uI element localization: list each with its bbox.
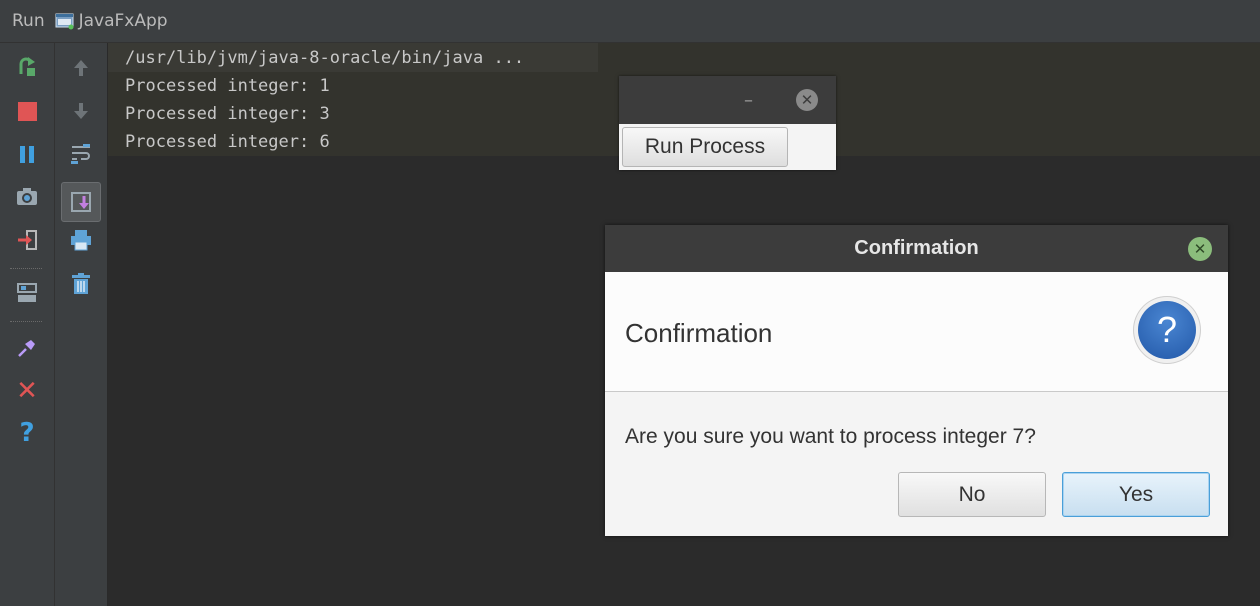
console-line: Processed integer: 3 xyxy=(125,104,330,124)
dialog-content-text: Are you sure you want to process integer… xyxy=(625,425,1036,448)
close-icon[interactable]: ✕ xyxy=(12,376,42,406)
run-label: Run xyxy=(12,11,45,31)
pause-icon[interactable] xyxy=(12,139,42,169)
no-button[interactable]: No xyxy=(898,472,1046,517)
down-arrow-icon[interactable] xyxy=(66,96,96,126)
dialog-header: Confirmation ? xyxy=(605,272,1228,392)
run-config-tab[interactable]: JavaFxApp xyxy=(79,11,168,31)
console-line: Processed integer: 6 xyxy=(125,132,330,152)
javafx-app-window: – ✕ Run Process xyxy=(619,76,836,170)
run-process-button[interactable]: Run Process xyxy=(622,127,788,167)
soft-wrap-icon[interactable] xyxy=(66,139,96,169)
console-line-command: /usr/lib/jvm/java-8-oracle/bin/java ... xyxy=(125,48,525,68)
close-icon[interactable]: ✕ xyxy=(796,89,818,111)
dialog-header-text: Confirmation xyxy=(625,318,773,348)
app-window-icon xyxy=(55,12,75,30)
question-icon: ? xyxy=(1134,297,1200,363)
exit-icon[interactable] xyxy=(12,225,42,255)
layout-icon[interactable] xyxy=(12,278,42,308)
scroll-to-end-icon[interactable] xyxy=(61,182,101,222)
run-toolwindow-header: Run JavaFxApp xyxy=(0,0,1260,43)
dialog-titlebar[interactable]: Confirmation ✕ xyxy=(605,225,1228,272)
dialog-title: Confirmation xyxy=(854,237,979,259)
help-icon[interactable]: ? xyxy=(12,418,42,448)
console-actions-toolbar xyxy=(55,43,108,606)
trash-icon[interactable] xyxy=(66,269,96,299)
rerun-icon[interactable] xyxy=(12,53,42,83)
stop-icon[interactable] xyxy=(12,96,42,126)
question-mark: ? xyxy=(1138,301,1196,359)
minimize-icon[interactable]: – xyxy=(744,92,753,110)
up-arrow-icon[interactable] xyxy=(66,53,96,83)
close-icon[interactable]: ✕ xyxy=(1188,237,1212,261)
pin-icon[interactable] xyxy=(12,333,42,363)
console-line: Processed integer: 1 xyxy=(125,76,330,96)
print-icon[interactable] xyxy=(66,225,96,255)
window-titlebar[interactable]: – ✕ xyxy=(619,76,836,124)
yes-button[interactable]: Yes xyxy=(1062,472,1210,517)
run-actions-toolbar: ✕ ? xyxy=(0,43,55,606)
camera-icon[interactable] xyxy=(12,182,42,212)
window-content: Run Process xyxy=(619,124,836,170)
confirmation-dialog: Confirmation ✕ Confirmation ? Are you su… xyxy=(605,225,1228,536)
